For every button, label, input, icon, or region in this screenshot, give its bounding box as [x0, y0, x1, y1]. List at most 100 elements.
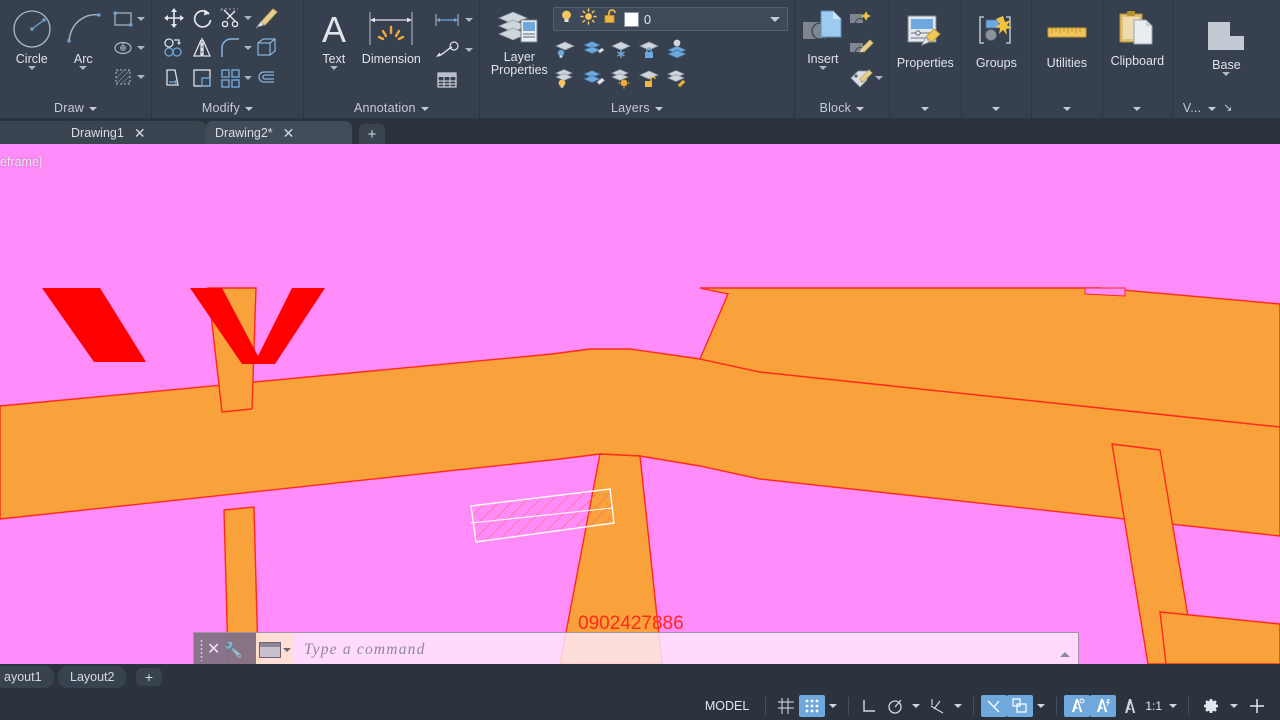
chevron-down-icon[interactable] [283, 647, 291, 652]
edit-attribute-button[interactable] [847, 64, 875, 92]
modify-extrude-button[interactable] [252, 34, 280, 62]
osnap-dropdown[interactable] [950, 695, 966, 717]
clipboard-button[interactable]: Clipboard [1109, 6, 1166, 68]
panel-title-block[interactable]: Block [795, 99, 889, 118]
drawing-viewport[interactable]: 0902427886 eframe] [0, 144, 1280, 664]
object-snap-tracking-toggle[interactable] [981, 695, 1008, 717]
chevron-down-icon[interactable] [769, 16, 780, 22]
modify-rotate-button[interactable] [188, 4, 216, 32]
chevron-down-icon[interactable] [1222, 72, 1231, 76]
draw-hatch-button[interactable] [109, 63, 137, 91]
annotation-dimension-button[interactable]: Dimension [354, 4, 429, 66]
modify-move-button[interactable] [160, 4, 188, 32]
object-snap-toggle[interactable] [924, 695, 950, 717]
modify-trim-button[interactable] [216, 4, 244, 32]
modify-scale-button[interactable] [188, 64, 216, 92]
snap-mode-toggle[interactable] [799, 695, 826, 717]
command-line-grip[interactable]: ✕ 🔧 [194, 633, 256, 666]
close-icon[interactable]: ✕ [207, 641, 220, 658]
chevron-down-icon[interactable] [464, 18, 473, 22]
layer-color-swatch[interactable] [623, 11, 639, 27]
modify-array-button[interactable] [216, 64, 244, 92]
properties-button[interactable]: Properties [896, 8, 955, 70]
chevron-down-icon[interactable] [137, 46, 145, 50]
chevron-down-icon[interactable] [137, 17, 145, 21]
base-view-button[interactable]: Base [1191, 10, 1261, 76]
chevron-down-icon[interactable] [464, 48, 473, 52]
wrench-icon[interactable]: 🔧 [224, 641, 243, 659]
command-input[interactable]: Type a command [294, 633, 1052, 666]
draw-ellipse-button[interactable] [109, 34, 137, 62]
panel-title-draw[interactable]: Draw [0, 99, 151, 118]
groups-button[interactable]: Groups [968, 8, 1025, 70]
settings-dropdown[interactable] [1226, 695, 1242, 717]
panel-title-properties[interactable] [890, 99, 961, 118]
modify-mirror-button[interactable] [188, 34, 216, 62]
annotation-scale-value[interactable]: 1:1 [1142, 699, 1165, 713]
autoscale-toggle[interactable] [1090, 695, 1117, 717]
chevron-down-icon[interactable] [137, 75, 145, 79]
polar-dropdown[interactable] [908, 695, 924, 717]
command-history-button[interactable] [256, 633, 294, 666]
modify-offset-button[interactable] [252, 64, 280, 92]
command-line[interactable]: ✕ 🔧 Type a command [193, 632, 1079, 667]
layer-unisolate-button[interactable] [579, 35, 607, 63]
layer-make-current-button[interactable] [663, 35, 691, 63]
layer-thaw-all-button[interactable] [607, 64, 635, 92]
modify-copy-button[interactable] [160, 34, 188, 62]
new-drawing-tab-button[interactable]: + [359, 124, 385, 144]
unlock-icon[interactable] [602, 8, 619, 30]
layer-lock-button[interactable] [635, 35, 663, 63]
command-scroll-up-button[interactable] [1052, 633, 1078, 666]
annotation-scale-icon[interactable] [1116, 695, 1142, 717]
panel-title-modify[interactable]: Modify [152, 99, 303, 118]
layer-match-button[interactable] [663, 64, 691, 92]
panel-title-layers[interactable]: Layers [480, 99, 794, 118]
chevron-down-icon[interactable] [329, 66, 338, 70]
scale-dropdown[interactable] [1165, 695, 1181, 717]
new-layout-button[interactable]: + [136, 668, 162, 686]
file-tab-drawing1[interactable]: Drawing1 ✕ [62, 121, 206, 144]
leader-button[interactable] [429, 36, 465, 64]
chevron-down-icon[interactable] [244, 76, 252, 80]
close-icon[interactable]: ✕ [134, 126, 146, 140]
table-button[interactable] [429, 66, 465, 94]
panel-dialog-launcher-icon[interactable]: ↘ [1223, 99, 1232, 118]
polar-tracking-toggle[interactable] [882, 695, 908, 717]
panel-title-utilities[interactable] [1032, 99, 1102, 118]
modify-erase-button[interactable] [252, 4, 280, 32]
snap-dropdown[interactable] [825, 695, 841, 717]
layer-off-button[interactable] [551, 64, 579, 92]
chevron-down-icon[interactable] [244, 16, 252, 20]
modify-fillet-button[interactable] [216, 34, 244, 62]
drag-handle-icon[interactable] [200, 638, 203, 661]
customization-button[interactable] [1242, 695, 1272, 717]
ucs-dropdown[interactable] [1033, 695, 1049, 717]
chevron-down-icon[interactable] [818, 66, 827, 70]
layer-properties-button[interactable]: Layer Properties [488, 4, 551, 77]
panel-title-annotation[interactable]: Annotation [304, 99, 479, 118]
chevron-down-icon[interactable] [27, 66, 36, 70]
draw-circle-button[interactable]: Circle [6, 4, 58, 70]
ortho-mode-toggle[interactable] [856, 695, 882, 717]
insert-block-button[interactable]: Insert [799, 4, 847, 70]
draw-arc-button[interactable]: Arc [58, 4, 110, 70]
model-space-toggle[interactable]: MODEL [696, 697, 758, 715]
annotation-visibility-toggle[interactable] [1064, 695, 1091, 717]
layer-turn-all-on-button[interactable] [579, 64, 607, 92]
current-layer-combo[interactable]: 0 [552, 7, 788, 31]
panel-title-groups[interactable] [962, 99, 1031, 118]
draw-rectangle-button[interactable] [109, 5, 137, 33]
chevron-down-icon[interactable] [79, 66, 88, 70]
layer-freeze-button[interactable] [607, 35, 635, 63]
chevron-down-icon[interactable] [244, 46, 252, 50]
sun-freeze-icon[interactable] [580, 8, 597, 30]
annotation-text-button[interactable]: A Text [314, 4, 354, 70]
settings-button[interactable] [1196, 695, 1226, 717]
layer-isolate-button[interactable] [551, 35, 579, 63]
edit-block-button[interactable] [847, 35, 875, 63]
file-tab-drawing2[interactable]: Drawing2* ✕ [206, 121, 352, 144]
panel-title-clipboard[interactable] [1103, 99, 1172, 118]
linear-dimension-button[interactable] [429, 6, 465, 34]
layer-unlock-button[interactable] [635, 64, 663, 92]
